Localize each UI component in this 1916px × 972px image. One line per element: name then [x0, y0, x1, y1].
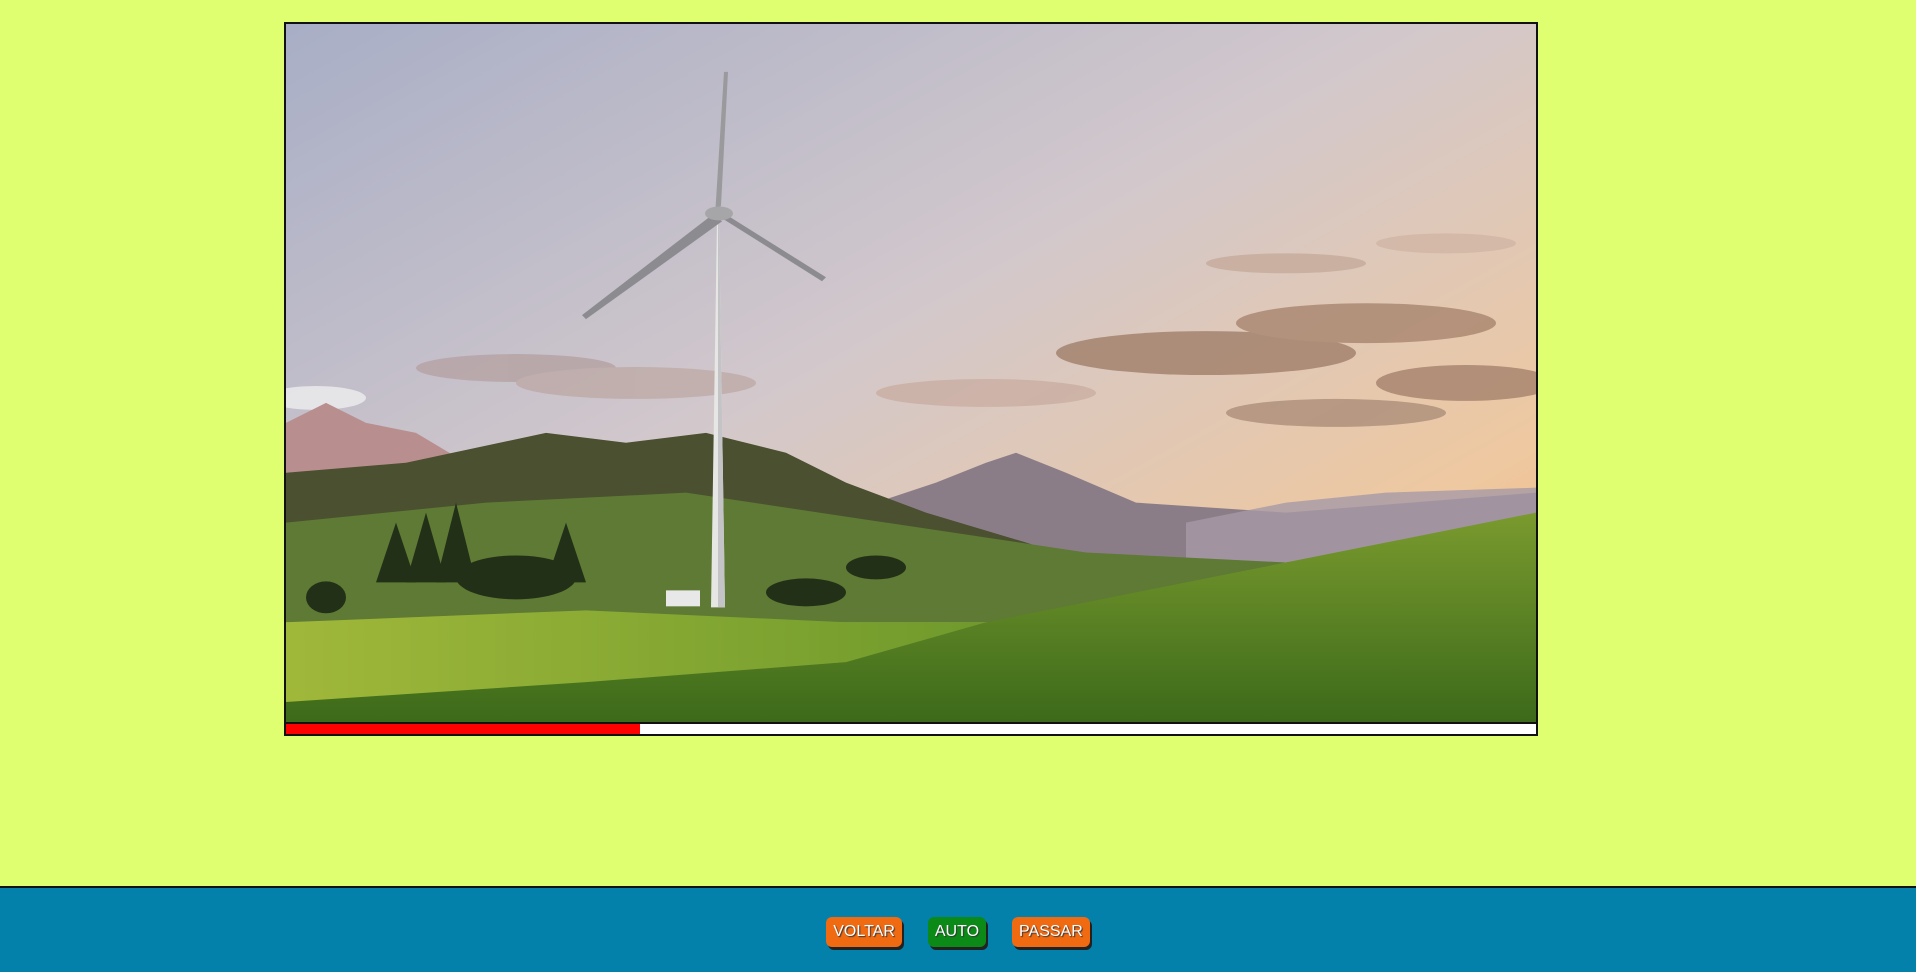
wind-turbine-landscape-photo	[286, 24, 1536, 722]
controls-bar: VOLTAR AUTO PASSAR	[0, 886, 1916, 972]
slide-progress-bar	[286, 724, 1536, 734]
back-button[interactable]: VOLTAR	[826, 917, 902, 947]
slide-progress-fill	[286, 724, 640, 734]
slide-image	[286, 24, 1536, 724]
auto-button[interactable]: AUTO	[927, 917, 987, 947]
next-button[interactable]: PASSAR	[1012, 917, 1090, 947]
slideshow-frame	[284, 22, 1538, 736]
